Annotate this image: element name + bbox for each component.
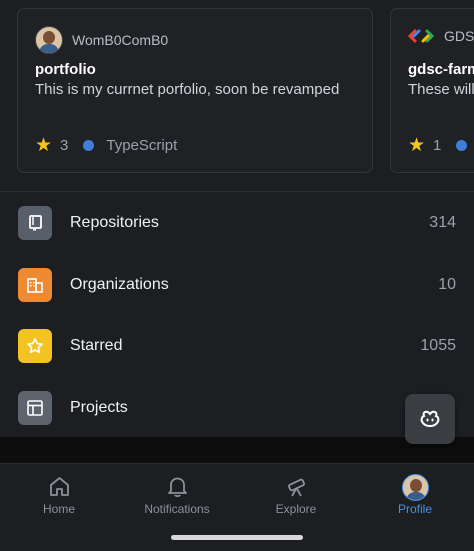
table-icon xyxy=(18,390,52,425)
profile-menu-list: Repositories 314 Organizations 10 Starre… xyxy=(0,191,474,438)
repo-meta: ★ 1 xyxy=(408,134,474,156)
divider xyxy=(0,437,474,463)
pinned-repos-carousel[interactable]: WomB0ComB0 portfolio This is my currnet … xyxy=(0,0,474,190)
menu-item-count: 314 xyxy=(429,213,456,231)
repo-name: gdsc-farm xyxy=(408,61,474,78)
tab-label: Home xyxy=(42,502,75,516)
home-indicator[interactable] xyxy=(171,535,303,540)
bell-icon xyxy=(168,477,187,498)
home-indicator-area xyxy=(0,525,474,551)
language-dot xyxy=(83,140,95,151)
repo-description: These will xyxy=(408,81,474,98)
copilot-button[interactable] xyxy=(405,394,455,444)
menu-item-organizations[interactable]: Organizations 10 xyxy=(0,254,474,315)
repo-icon xyxy=(18,205,52,240)
menu-item-label: Organizations xyxy=(70,275,169,293)
repo-owner: WomB0ComB0 xyxy=(35,26,168,54)
star-count: 3 xyxy=(60,137,69,154)
owner-name: WomB0ComB0 xyxy=(72,32,169,48)
menu-item-count: 1055 xyxy=(420,336,456,354)
repo-language: TypeScript xyxy=(106,137,178,154)
organization-icon xyxy=(18,267,52,302)
tab-label: Notifications xyxy=(144,502,210,516)
menu-item-starred[interactable]: Starred 1055 xyxy=(0,315,474,376)
avatar xyxy=(402,474,429,501)
star-icon: ★ xyxy=(408,134,426,156)
repo-meta: ★ 3 TypeScript xyxy=(35,134,178,156)
repo-name: portfolio xyxy=(35,61,96,78)
tab-notifications[interactable]: Notifications xyxy=(118,464,236,526)
menu-item-repositories[interactable]: Repositories 314 xyxy=(0,192,474,253)
pinned-repo-card[interactable]: GDSC gdsc-farm These will ★ 1 xyxy=(390,8,474,173)
star-icon xyxy=(18,328,52,363)
tab-bar: Home Notifications Explore Profile xyxy=(0,463,474,526)
pinned-repo-card[interactable]: WomB0ComB0 portfolio This is my currnet … xyxy=(17,8,373,173)
telescope-icon xyxy=(288,478,305,497)
tab-profile[interactable]: Profile xyxy=(356,464,474,526)
copilot-icon xyxy=(420,410,440,427)
repo-description: This is my currnet porfolio, soon be rev… xyxy=(35,81,340,98)
star-icon: ★ xyxy=(35,134,53,156)
language-dot xyxy=(456,140,468,151)
star-count: 1 xyxy=(433,137,442,154)
owner-name: GDSC xyxy=(444,28,474,44)
tab-explore[interactable]: Explore xyxy=(237,464,355,526)
owner-avatar xyxy=(35,26,63,54)
menu-item-label: Projects xyxy=(70,398,128,416)
home-icon xyxy=(50,477,69,496)
tab-label: Explore xyxy=(275,502,317,516)
menu-item-label: Starred xyxy=(70,336,123,354)
menu-item-label: Repositories xyxy=(70,213,159,231)
tab-home[interactable]: Home xyxy=(0,464,118,526)
tab-label: Profile xyxy=(397,502,432,516)
menu-item-projects[interactable]: Projects xyxy=(0,377,474,438)
menu-item-count: 10 xyxy=(438,275,456,293)
gdsc-logo-icon xyxy=(408,29,434,43)
